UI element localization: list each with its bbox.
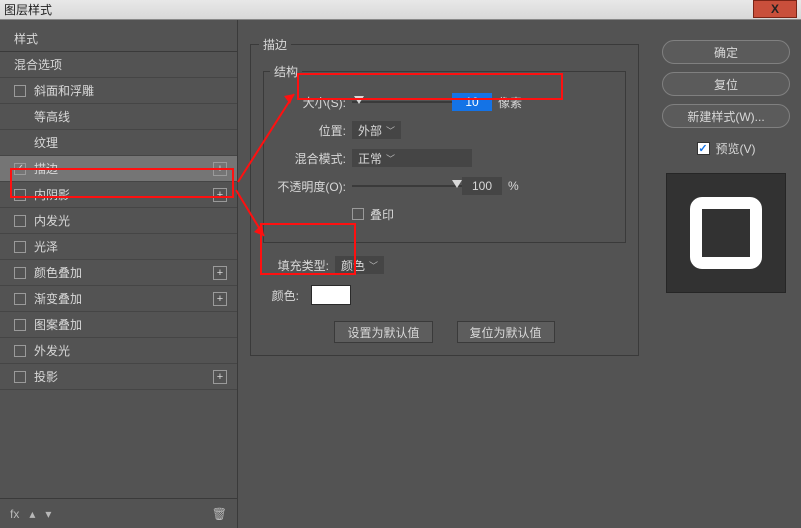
style-checkbox[interactable] [14,85,26,97]
style-item-7[interactable]: 颜色叠加 + [0,260,237,286]
add-effect-icon[interactable]: + [213,188,227,202]
cancel-button[interactable]: 复位 [662,72,790,96]
style-item-8[interactable]: 渐变叠加 + [0,286,237,312]
style-item-5[interactable]: 内发光 [0,208,237,234]
style-item-0[interactable]: 斜面和浮雕 [0,78,237,104]
style-item-label: 内发光 [34,212,70,229]
style-item-label: 渐变叠加 [34,290,82,307]
style-item-9[interactable]: 图案叠加 [0,312,237,338]
structure-group: 结构 大小(S): 像素 位置: 外部﹀ 混合模式: 正常﹀ [263,63,626,243]
preview-shape [690,197,762,269]
filltype-row: 填充类型: 颜色﹀ [269,253,630,277]
color-row: 颜色: [269,283,630,307]
style-checkbox[interactable] [14,267,26,279]
titlebar: 图层样式 X [0,0,801,20]
preview-thumbnail [666,173,786,293]
style-checkbox[interactable] [14,345,26,357]
style-checkbox[interactable] [14,371,26,383]
style-item-1[interactable]: 等高线 [0,104,237,130]
opacity-unit: % [508,179,519,193]
style-item-3[interactable]: ✓ 描边 + [0,156,237,182]
chevron-down-icon: ﹀ [369,259,378,272]
make-default-button[interactable]: 设置为默认值 [334,321,432,343]
size-input[interactable] [452,93,492,111]
style-item-label: 光泽 [34,238,58,255]
arrow-down-icon[interactable]: ▾ [45,507,51,521]
preview-label: 预览(V) [716,140,756,157]
defaults-row: 设置为默认值 复位为默认值 [259,321,630,343]
add-effect-icon[interactable]: + [213,266,227,280]
new-style-button[interactable]: 新建样式(W)... [662,104,790,128]
blendmode-label: 混合模式: [270,150,346,167]
overprint-label: 叠印 [370,206,394,223]
sidebar-footer: fx ▴ ▾ 🗑 [0,498,237,528]
filltype-select[interactable]: 颜色﹀ [335,256,384,274]
position-select[interactable]: 外部﹀ [352,121,401,139]
style-item-label: 颜色叠加 [34,264,82,281]
style-checkbox[interactable] [14,293,26,305]
style-item-label: 内阴影 [34,186,70,203]
style-item-label: 外发光 [34,342,70,359]
stroke-panel-title: 描边 [259,36,291,53]
size-row: 大小(S): 像素 [270,90,619,114]
position-label: 位置: [270,122,346,139]
blendmode-select[interactable]: 正常﹀ [352,149,472,167]
ok-button[interactable]: 确定 [662,40,790,64]
style-list: 斜面和浮雕等高线纹理 ✓ 描边 + 内阴影 + 内发光光泽颜色叠加 + 渐变叠加 + 图案叠加外发光… [0,78,237,498]
style-item-label: 斜面和浮雕 [34,82,94,99]
overprint-checkbox[interactable] [352,208,364,220]
window-title: 图层样式 [4,1,52,18]
blending-options[interactable]: 混合选项 [0,52,237,78]
chevron-down-icon: ﹀ [386,124,395,137]
add-effect-icon[interactable]: + [213,162,227,176]
dialog-body: 样式 混合选项 斜面和浮雕等高线纹理✓描边+内阴影+内发光光泽颜色叠加+渐变叠加… [0,20,801,528]
settings-panel: 描边 结构 大小(S): 像素 位置: 外部﹀ 混合模式: [238,20,651,528]
overprint-row: 叠印 [270,202,619,226]
filltype-label: 填充类型: [269,257,329,274]
opacity-label: 不透明度(O): [270,178,346,195]
color-label: 颜色: [269,287,299,304]
style-item-label: 描边 [34,160,58,177]
position-row: 位置: 外部﹀ [270,118,619,142]
chevron-down-icon: ﹀ [386,152,395,165]
action-column: 确定 复位 新建样式(W)... ✓ 预览(V) [651,20,801,528]
sidebar-head: 样式 [0,20,237,52]
style-item-label: 图案叠加 [34,316,82,333]
stroke-panel: 描边 结构 大小(S): 像素 位置: 外部﹀ 混合模式: [250,36,639,356]
style-checkbox[interactable]: ✓ [14,163,26,175]
style-item-label: 纹理 [34,134,58,151]
style-item-4[interactable]: 内阴影 + [0,182,237,208]
color-swatch[interactable] [311,285,351,305]
style-checkbox[interactable] [14,241,26,253]
add-effect-icon[interactable]: + [213,370,227,384]
opacity-slider[interactable] [352,178,462,194]
size-slider[interactable] [352,94,452,110]
style-item-11[interactable]: 投影 + [0,364,237,390]
styles-sidebar: 样式 混合选项 斜面和浮雕等高线纹理✓描边+内阴影+内发光光泽颜色叠加+渐变叠加… [0,20,238,528]
fx-icon[interactable]: fx [10,507,19,521]
style-checkbox[interactable] [14,189,26,201]
trash-icon[interactable]: 🗑 [212,507,227,521]
style-item-6[interactable]: 光泽 [0,234,237,260]
reset-default-button[interactable]: 复位为默认值 [457,321,555,343]
style-checkbox[interactable] [14,215,26,227]
close-button[interactable]: X [753,0,797,18]
preview-checkbox[interactable]: ✓ [697,142,710,155]
style-item-label: 投影 [34,368,58,385]
opacity-input[interactable] [462,177,502,195]
style-item-10[interactable]: 外发光 [0,338,237,364]
style-item-2[interactable]: 纹理 [0,130,237,156]
size-label: 大小(S): [270,94,346,111]
preview-toggle[interactable]: ✓ 预览(V) [697,140,756,157]
close-icon: X [771,2,779,16]
structure-title: 结构 [270,63,302,80]
blendmode-row: 混合模式: 正常﹀ [270,146,619,170]
add-effect-icon[interactable]: + [213,292,227,306]
arrow-up-icon[interactable]: ▴ [29,507,35,521]
style-checkbox[interactable] [14,319,26,331]
size-unit: 像素 [498,94,522,111]
opacity-row: 不透明度(O): % [270,174,619,198]
style-item-label: 等高线 [34,108,70,125]
